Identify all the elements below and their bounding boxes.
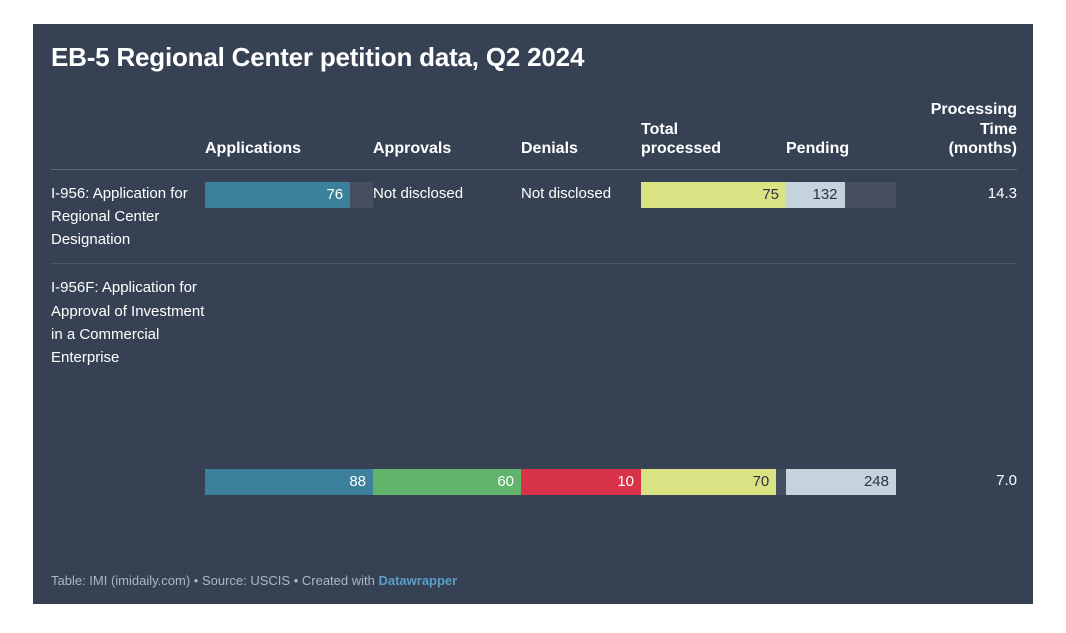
bar-fill-total-processed: 75 — [641, 181, 786, 208]
bar-value-applications: 76 — [326, 185, 344, 203]
column-header-time-line2: Time — [979, 120, 1017, 138]
footer-source-text: Table: IMI (imidaily.com) • Source: USCI… — [51, 573, 379, 588]
bar-track-total-processed: 70 — [641, 469, 786, 496]
bar-value-denials: 10 — [617, 473, 634, 491]
table-row: I-956F: Application for Approval of Inve… — [51, 264, 1017, 508]
cell-denials: 10 — [521, 264, 641, 508]
cell-approvals: 60 — [373, 264, 521, 508]
bar-track-approvals: 60 — [373, 469, 521, 496]
footer-credit: Table: IMI (imidaily.com) • Source: USCI… — [51, 573, 457, 588]
cell-pending: 248 — [786, 264, 896, 508]
bar-track-denials: 10 — [521, 469, 641, 496]
column-header-form[interactable] — [51, 100, 205, 170]
page-title: EB-5 Regional Center petition data, Q2 2… — [51, 42, 585, 72]
bar-value-pending: 132 — [812, 185, 838, 203]
bar-value-approvals: 60 — [497, 473, 514, 491]
column-header-approvals[interactable]: Approvals — [373, 100, 521, 170]
cell-applications: 76 — [205, 169, 373, 265]
bar-fill-applications: 88 — [205, 469, 373, 496]
column-header-applications[interactable]: Applications — [205, 100, 373, 170]
column-header-pending[interactable]: Pending — [786, 100, 896, 170]
footer-datawrapper-link[interactable]: Datawrapper — [378, 573, 457, 588]
table-card: EB-5 Regional Center petition data, Q2 2… — [33, 24, 1033, 604]
bar-value-applications: 88 — [349, 473, 366, 491]
bar-fill-pending: 132 — [786, 181, 845, 208]
bar-track-pending: 132 — [786, 181, 896, 208]
cell-processing-time: 7.0 — [996, 472, 1017, 490]
cell-total-processed: 70 — [641, 264, 786, 508]
table-row: I-956: Application for Regional Center D… — [51, 169, 1017, 265]
bar-fill-applications: 76 — [205, 181, 351, 208]
cell-pending: 132 — [786, 169, 896, 265]
table-header-row: Applications Approvals Denials Total pro… — [51, 100, 1017, 170]
bar-track-total-processed: 75 — [641, 181, 786, 208]
bar-fill-pending: 248 — [786, 469, 896, 496]
column-header-processing-time[interactable]: Processing Time (months) — [896, 100, 1017, 170]
bar-fill-approvals: 60 — [373, 469, 521, 496]
bar-fill-total-processed: 70 — [641, 469, 777, 496]
cell-denials: Not disclosed — [521, 169, 641, 265]
bar-track-applications: 76 — [205, 181, 373, 208]
cell-processing-time: 14.3 — [896, 169, 1017, 265]
column-header-total-line1: Total — [641, 120, 679, 138]
bar-fill-denials: 10 — [521, 469, 641, 496]
column-header-time-line3: (months) — [948, 140, 1017, 158]
bar-track-applications: 88 — [205, 469, 373, 496]
column-header-time-line1: Processing — [930, 101, 1017, 118]
bar-track-pending: 248 — [786, 469, 896, 496]
column-header-total-line2: processed — [641, 140, 722, 158]
cell-applications: 88 — [205, 264, 373, 508]
bar-value-total-processed: 75 — [762, 185, 779, 203]
cell-total-processed: 75 — [641, 169, 786, 265]
row-label-i956: I-956: Application for Regional Center D… — [51, 169, 205, 265]
column-header-denials[interactable]: Denials — [521, 100, 641, 170]
bar-value-pending: 248 — [863, 473, 889, 491]
bar-value-total-processed: 70 — [752, 473, 770, 491]
petition-data-table: Applications Approvals Denials Total pro… — [51, 100, 1017, 507]
cell-approvals: Not disclosed — [373, 169, 521, 265]
row-label-i956f: I-956F: Application for Approval of Inve… — [51, 279, 205, 367]
column-header-total-processed[interactable]: Total processed — [641, 100, 786, 170]
